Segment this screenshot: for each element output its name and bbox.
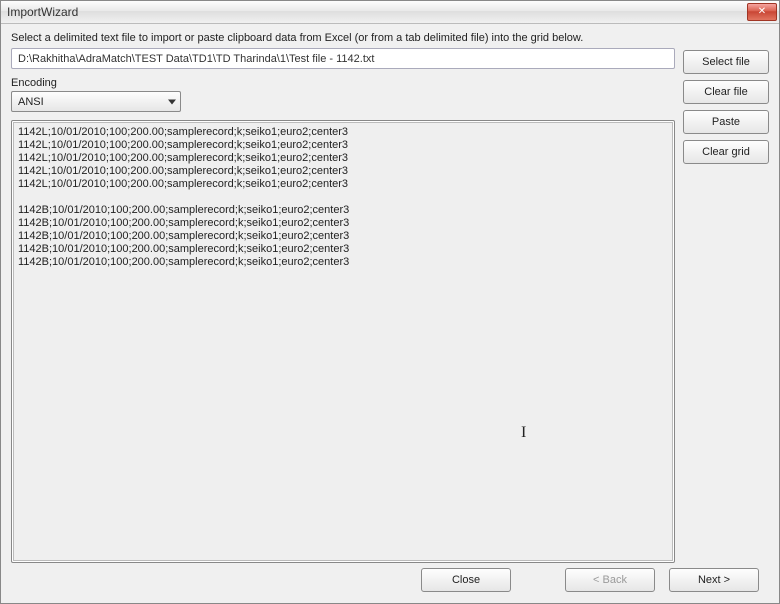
paste-button[interactable]: Paste bbox=[683, 110, 769, 134]
left-column: Select a delimited text file to import o… bbox=[11, 32, 675, 563]
titlebar: ImportWizard ✕ bbox=[1, 1, 779, 24]
filepath-row bbox=[11, 48, 675, 69]
clear-file-button[interactable]: Clear file bbox=[683, 80, 769, 104]
encoding-combo[interactable]: ANSI bbox=[11, 91, 181, 112]
window-close-button[interactable]: ✕ bbox=[747, 3, 777, 21]
instructions-text: Select a delimited text file to import o… bbox=[11, 32, 675, 44]
close-icon: ✕ bbox=[758, 7, 766, 17]
encoding-label: Encoding bbox=[11, 77, 675, 89]
clear-grid-button[interactable]: Clear grid bbox=[683, 140, 769, 164]
next-button[interactable]: Next > bbox=[669, 568, 759, 592]
encoding-value: ANSI bbox=[18, 96, 44, 108]
chevron-down-icon bbox=[168, 99, 176, 104]
close-button[interactable]: Close bbox=[421, 568, 511, 592]
right-column: Select file Clear file Paste Clear grid bbox=[683, 32, 769, 563]
content-area: Select a delimited text file to import o… bbox=[1, 24, 779, 603]
import-wizard-window: ImportWizard ✕ Select a delimited text f… bbox=[0, 0, 780, 604]
back-button[interactable]: < Back bbox=[565, 568, 655, 592]
main-area: Select a delimited text file to import o… bbox=[11, 32, 769, 563]
data-preview[interactable]: 1142L;10/01/2010;100;200.00;samplerecord… bbox=[13, 122, 673, 561]
data-preview-frame: 1142L;10/01/2010;100;200.00;samplerecord… bbox=[11, 120, 675, 563]
select-file-button[interactable]: Select file bbox=[683, 50, 769, 74]
footer: Close < Back Next > bbox=[11, 563, 769, 597]
filepath-input[interactable] bbox=[11, 48, 675, 69]
window-title: ImportWizard bbox=[7, 5, 747, 19]
